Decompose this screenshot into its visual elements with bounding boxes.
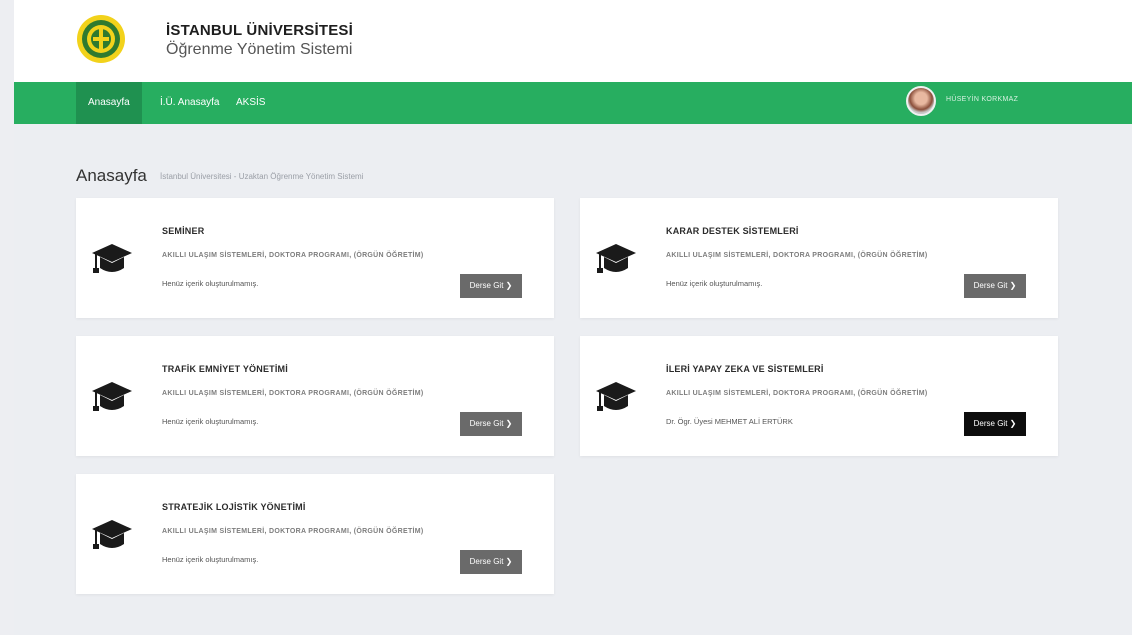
course-title: STRATEJİK LOJİSTİK YÖNETİMİ xyxy=(162,502,306,512)
university-title: İSTANBUL ÜNİVERSİTESİ xyxy=(166,22,353,39)
app-frame: İSTANBUL ÜNİVERSİTESİ Öğrenme Yönetim Si… xyxy=(14,0,1132,635)
course-card: İLERİ YAPAY ZEKA VE SİSTEMLERİ AKILLI UL… xyxy=(580,336,1058,456)
course-card: TRAFİK EMNİYET YÖNETİMİ AKILLI ULAŞIM Sİ… xyxy=(76,336,554,456)
user-name[interactable]: HÜSEYİN KORKMAZ xyxy=(946,96,1018,103)
course-card: SEMİNER AKILLI ULAŞIM SİSTEMLERİ, DOKTOR… xyxy=(76,198,554,318)
course-program: AKILLI ULAŞIM SİSTEMLERİ, DOKTORA PROGRA… xyxy=(666,252,928,259)
course-status: Henüz içerik oluşturulmamış. xyxy=(666,279,763,288)
course-title: KARAR DESTEK SİSTEMLERİ xyxy=(666,226,799,236)
course-instructor: Dr. Ögr. Üyesi MEHMET ALİ ERTÜRK xyxy=(666,417,793,426)
university-seal-logo[interactable] xyxy=(76,14,126,64)
graduation-cap-icon xyxy=(596,242,636,276)
site-header: İSTANBUL ÜNİVERSİTESİ Öğrenme Yönetim Si… xyxy=(14,0,1132,82)
course-program: AKILLI ULAŞIM SİSTEMLERİ, DOKTORA PROGRA… xyxy=(162,252,424,259)
user-avatar[interactable] xyxy=(906,86,936,116)
page-title: Anasayfa xyxy=(76,166,147,185)
page-breadcrumb: İstanbul Üniversitesi - Uzaktan Öğrenme … xyxy=(160,172,364,181)
course-card: KARAR DESTEK SİSTEMLERİ AKILLI ULAŞIM Sİ… xyxy=(580,198,1058,318)
main-navbar: Anasayfa İ.Ü. Anasayfa AKSİS xyxy=(14,82,1132,124)
go-to-course-button[interactable]: Derse Git ❯ xyxy=(460,412,522,436)
go-to-course-button[interactable]: Derse Git ❯ xyxy=(460,274,522,298)
course-program: AKILLI ULAŞIM SİSTEMLERİ, DOKTORA PROGRA… xyxy=(162,390,424,397)
course-program: AKILLI ULAŞIM SİSTEMLERİ, DOKTORA PROGRA… xyxy=(162,528,424,535)
graduation-cap-icon xyxy=(92,518,132,552)
course-title: İLERİ YAPAY ZEKA VE SİSTEMLERİ xyxy=(666,364,824,374)
system-subtitle: Öğrenme Yönetim Sistemi xyxy=(166,41,353,58)
nav-item-anasayfa[interactable]: Anasayfa xyxy=(76,82,142,124)
go-to-course-button[interactable]: Derse Git ❯ xyxy=(964,274,1026,298)
go-to-course-button[interactable]: Derse Git ❯ xyxy=(964,412,1026,436)
nav-item-aksis[interactable]: AKSİS xyxy=(224,82,277,124)
course-title: SEMİNER xyxy=(162,226,205,236)
course-status: Henüz içerik oluşturulmamış. xyxy=(162,279,259,288)
course-status: Henüz içerik oluşturulmamış. xyxy=(162,417,259,426)
nav-item-iu-anasayfa[interactable]: İ.Ü. Anasayfa xyxy=(148,82,231,124)
go-to-course-button[interactable]: Derse Git ❯ xyxy=(460,550,522,574)
course-card: STRATEJİK LOJİSTİK YÖNETİMİ AKILLI ULAŞI… xyxy=(76,474,554,594)
course-status: Henüz içerik oluşturulmamış. xyxy=(162,555,259,564)
course-program: AKILLI ULAŞIM SİSTEMLERİ, DOKTORA PROGRA… xyxy=(666,390,928,397)
graduation-cap-icon xyxy=(92,242,132,276)
graduation-cap-icon xyxy=(92,380,132,414)
graduation-cap-icon xyxy=(596,380,636,414)
course-title: TRAFİK EMNİYET YÖNETİMİ xyxy=(162,364,288,374)
